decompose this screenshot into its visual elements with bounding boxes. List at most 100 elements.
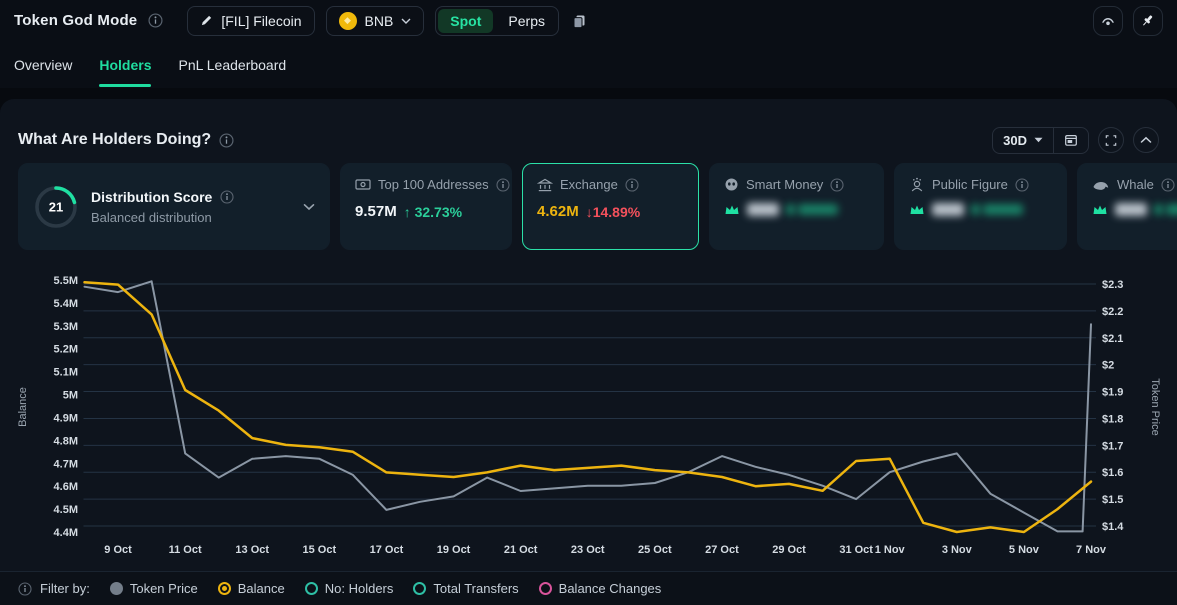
tab-holders[interactable]: Holders <box>99 41 151 88</box>
page-tabs: Overview Holders PnL Leaderboard <box>0 41 1177 88</box>
range-label: 30D <box>1003 133 1027 148</box>
tab-overview[interactable]: Overview <box>14 41 72 88</box>
whale-icon <box>1092 178 1110 192</box>
info-icon[interactable] <box>1161 178 1175 192</box>
balance-series-line <box>85 282 1092 532</box>
copy-icon[interactable] <box>571 13 587 29</box>
info-icon[interactable] <box>220 190 234 204</box>
distribution-score-gauge: 21 <box>33 184 79 230</box>
card-title: Top 100 Addresses <box>378 177 489 192</box>
left-axis-tick: 5.3M <box>54 321 78 333</box>
distribution-score-card[interactable]: 21 Distribution Score Balanced distribut… <box>18 163 330 250</box>
filter-option-balance[interactable]: Balance <box>218 581 285 596</box>
radio-icon[interactable] <box>218 582 231 595</box>
x-axis-tick: 23 Oct <box>571 544 605 556</box>
top-100-addresses-card[interactable]: Top 100 Addresses 9.57M ↑ 32.73% <box>340 163 512 250</box>
date-range-group: 30D <box>992 127 1089 154</box>
card-title: Whale <box>1117 177 1154 192</box>
crown-icon <box>724 203 740 216</box>
fullscreen-icon <box>1105 134 1117 147</box>
info-icon[interactable] <box>148 13 163 28</box>
perps-toggle[interactable]: Perps <box>495 9 558 33</box>
topbar: Token God Mode [FIL] Filecoin ◆ BNB Spot… <box>0 0 1177 41</box>
card-value: 9.57M <box>355 203 397 220</box>
holder-metric-cards: 21 Distribution Score Balanced distribut… <box>18 163 1177 250</box>
whale-card[interactable]: Whale <box>1077 163 1177 250</box>
info-icon[interactable] <box>18 582 32 596</box>
radio-icon[interactable] <box>539 582 552 595</box>
right-axis-tick: $1.4 <box>1102 521 1124 533</box>
right-axis-tick: $2.2 <box>1102 306 1123 318</box>
x-axis-tick: 9 Oct <box>104 544 132 556</box>
card-title: Distribution Score <box>91 189 212 205</box>
range-dropdown[interactable]: 30D <box>993 128 1053 153</box>
exchange-card[interactable]: Exchange 4.62M ↓14.89% <box>522 163 699 250</box>
crown-icon <box>909 203 925 216</box>
x-axis-tick: 17 Oct <box>370 544 404 556</box>
info-icon[interactable] <box>625 178 639 192</box>
right-axis-tick: $1.7 <box>1102 440 1123 452</box>
balance-price-chart: 5.5M5.4M5.3M5.2M5.1M5M4.9M4.8M4.7M4.6M4.… <box>0 261 1177 567</box>
masked-value <box>747 203 779 216</box>
filter-bar: Filter by: Token Price Balance No: Holde… <box>0 571 1177 605</box>
public-figure-card[interactable]: Public Figure <box>894 163 1067 250</box>
pin-button[interactable] <box>1133 6 1163 36</box>
info-icon[interactable] <box>496 178 510 192</box>
left-axis-tick: 5.5M <box>54 275 78 287</box>
info-icon[interactable] <box>830 178 844 192</box>
collapse-button[interactable] <box>1133 127 1159 153</box>
left-axis-tick: 5.2M <box>54 344 78 356</box>
bank-icon <box>537 178 553 192</box>
x-axis-tick: 31 Oct <box>839 544 873 556</box>
masked-change <box>798 204 838 215</box>
right-axis-tick: $1.6 <box>1102 467 1123 479</box>
caret-down-icon <box>1034 137 1043 143</box>
chain-select-button[interactable]: ◆ BNB <box>326 6 425 36</box>
radio-icon[interactable] <box>305 582 318 595</box>
distribution-score-value: 21 <box>49 199 63 214</box>
calendar-button[interactable] <box>1053 128 1088 153</box>
filter-by-label: Filter by: <box>40 581 90 596</box>
info-icon[interactable] <box>1015 178 1029 192</box>
radio-icon[interactable] <box>110 582 123 595</box>
token-price-series-line <box>85 281 1092 531</box>
card-title: Public Figure <box>932 177 1008 192</box>
distribution-score-subtitle: Balanced distribution <box>91 210 291 225</box>
x-axis-tick: 1 Nov <box>875 544 906 556</box>
holders-chart[interactable]: 5.5M5.4M5.3M5.2M5.1M5M4.9M4.8M4.7M4.6M4.… <box>0 261 1177 567</box>
x-axis-tick: 21 Oct <box>504 544 538 556</box>
card-title: Smart Money <box>746 177 823 192</box>
fullscreen-button[interactable] <box>1098 127 1124 153</box>
chevron-down-icon[interactable] <box>303 203 315 211</box>
x-axis-tick: 25 Oct <box>638 544 672 556</box>
masked-change <box>786 204 795 215</box>
eye-icon <box>1100 13 1116 29</box>
tab-pnl-leaderboard[interactable]: PnL Leaderboard <box>178 41 286 88</box>
x-axis-tick: 5 Nov <box>1009 544 1040 556</box>
left-axis-tick: 4.8M <box>54 435 78 447</box>
watch-button[interactable] <box>1093 6 1123 36</box>
chain-select-label: BNB <box>365 13 394 29</box>
crown-icon <box>1092 203 1108 216</box>
x-axis-tick: 27 Oct <box>705 544 739 556</box>
filter-option-total-transfers[interactable]: Total Transfers <box>413 581 518 596</box>
masked-change <box>971 204 980 215</box>
x-axis-tick: 7 Nov <box>1076 544 1107 556</box>
left-axis-tick: 4.5M <box>54 504 78 516</box>
filter-option-token-price[interactable]: Token Price <box>110 581 198 596</box>
x-axis-tick: 13 Oct <box>235 544 269 556</box>
left-axis-tick: 4.7M <box>54 458 78 470</box>
filter-option-no-holders[interactable]: No: Holders <box>305 581 394 596</box>
chevron-up-icon <box>1140 136 1152 144</box>
alien-icon <box>724 177 739 192</box>
spot-toggle[interactable]: Spot <box>438 9 493 33</box>
masked-value <box>1115 203 1147 216</box>
card-change-down: ↓14.89% <box>586 204 640 220</box>
pin-icon <box>1140 13 1156 29</box>
token-select-button[interactable]: [FIL] Filecoin <box>187 6 314 36</box>
right-axis-title: Token Price <box>1149 378 1161 435</box>
filter-option-balance-changes[interactable]: Balance Changes <box>539 581 662 596</box>
info-icon[interactable] <box>219 133 234 148</box>
radio-icon[interactable] <box>413 582 426 595</box>
smart-money-card[interactable]: Smart Money <box>709 163 884 250</box>
